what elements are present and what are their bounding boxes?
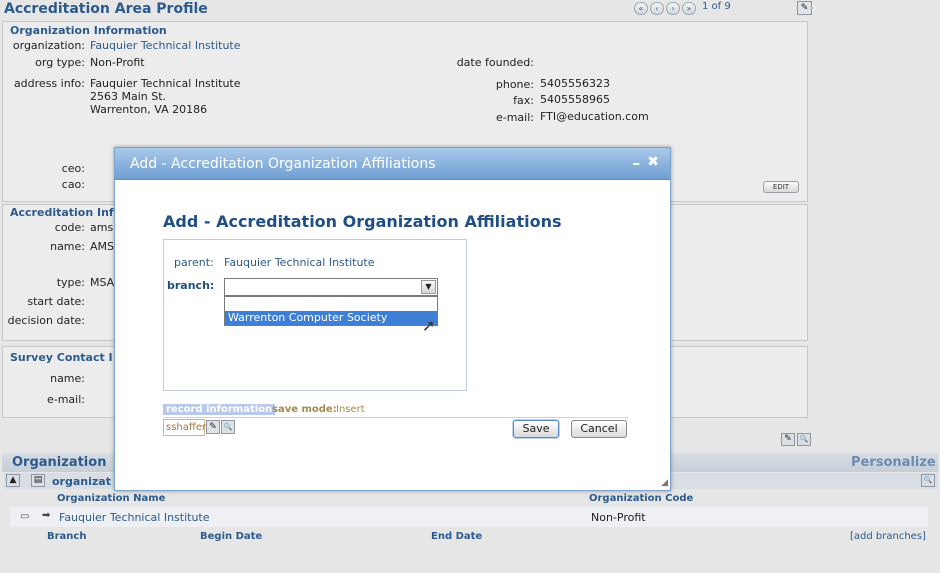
collapse-icon[interactable]: ▲ — [6, 474, 20, 487]
modal-header-title: Add - Accreditation Organization Affilia… — [130, 156, 436, 172]
parent-value: Fauquier Technical Institute — [224, 256, 375, 269]
last-page-icon[interactable]: » — [682, 2, 696, 15]
end-date-header: End Date — [431, 531, 483, 542]
org-row-code: Non-Profit — [591, 511, 646, 524]
pager-text: 1 of 9 — [702, 1, 731, 12]
code-label: code: — [54, 221, 85, 234]
org-info-title: Organization Information — [10, 24, 167, 37]
record-information-label: record information — [163, 404, 276, 415]
address-line-2: 2563 Main St. — [90, 90, 167, 103]
close-icon[interactable]: ✖ — [647, 154, 659, 170]
org-code-header: Organization Code — [589, 493, 694, 504]
survey-email-label: e-mail: — [46, 393, 85, 406]
org-name-header: Organization Name — [57, 493, 166, 504]
edit-org-button[interactable]: EDIT — [763, 181, 799, 193]
affiliation-form: parent: Fauquier Technical Institute bra… — [163, 239, 467, 391]
user-search-icon[interactable]: 🔍 — [221, 420, 235, 434]
user-field: sshaffer — [163, 419, 206, 436]
organization-link[interactable]: Fauquier Technical Institute — [90, 39, 241, 52]
code-value: ams — [90, 221, 114, 234]
menu-icon[interactable]: ▤ — [31, 474, 45, 487]
mouse-pointer-icon: ➚ — [422, 316, 436, 335]
fax-value: 5405558965 — [540, 93, 610, 106]
email-value: FTI@education.com — [540, 110, 649, 123]
org-row-name[interactable]: Fauquier Technical Institute — [59, 511, 210, 524]
organization-grid-title: Organization — [12, 455, 107, 470]
prev-page-icon[interactable]: ‹ — [650, 2, 664, 15]
add-branches-link[interactable]: [add branches] — [850, 531, 926, 542]
type-value: MSA — [90, 276, 115, 289]
resize-handle-icon[interactable]: ◢ — [661, 478, 668, 488]
save-mode-label: save mode: — [272, 404, 337, 415]
personalize-link[interactable]: Personalize — [851, 455, 936, 470]
organization-subtitle: organizat — [52, 475, 111, 488]
type-label: type: — [56, 276, 85, 289]
org-type-value: Non-Profit — [90, 56, 145, 69]
name-value: AMS — [90, 240, 114, 253]
ceo-label: ceo: — [61, 162, 85, 175]
parent-label: parent: — [174, 256, 214, 269]
phone-value: 5405556323 — [540, 77, 610, 90]
address-label: address info: — [13, 77, 85, 90]
modal-header[interactable]: Add - Accreditation Organization Affilia… — [115, 148, 670, 180]
grid-search-icon[interactable]: 🔍 — [921, 474, 935, 487]
branch-dropdown: Warrenton Computer Society — [224, 296, 438, 326]
branch-select[interactable]: ▼ — [224, 278, 438, 296]
organization-label: organization: — [12, 39, 85, 52]
edit-page-icon[interactable]: ✎ — [797, 1, 812, 15]
dropdown-option-warrenton[interactable]: Warrenton Computer Society — [225, 311, 437, 325]
folder-icon[interactable]: ▭ — [20, 511, 29, 522]
minimize-icon[interactable]: – — [633, 154, 641, 172]
add-affiliation-modal: Add - Accreditation Organization Affilia… — [114, 147, 671, 491]
org-type-label: org type: — [35, 56, 85, 69]
arrow-right-icon[interactable]: ➡ — [42, 510, 50, 521]
chevron-down-icon[interactable]: ▼ — [421, 280, 436, 294]
survey-contact-title: Survey Contact I — [10, 351, 113, 364]
branch-label: branch: — [167, 279, 215, 292]
survey-name-label: name: — [50, 372, 85, 385]
pencil-icon[interactable]: ✎ — [781, 433, 795, 446]
next-page-icon[interactable]: › — [666, 2, 680, 15]
start-date-label: start date: — [27, 295, 85, 308]
name-label: name: — [50, 240, 85, 253]
modal-heading: Add - Accreditation Organization Affilia… — [163, 212, 562, 231]
save-button[interactable]: Save — [513, 420, 559, 438]
fax-label: fax: — [513, 94, 534, 107]
search-icon[interactable]: 🔍 — [797, 433, 811, 446]
pager: « ‹ › » — [634, 2, 696, 15]
save-mode-value: Insert — [336, 404, 365, 415]
cao-label: cao: — [61, 178, 85, 191]
cancel-button[interactable]: Cancel — [571, 420, 627, 438]
user-edit-icon[interactable]: ✎ — [206, 420, 220, 434]
first-page-icon[interactable]: « — [634, 2, 648, 15]
begin-date-header: Begin Date — [200, 531, 263, 542]
date-founded-label: date founded: — [456, 56, 534, 69]
page-title: Accreditation Area Profile — [4, 1, 208, 17]
branch-header: Branch — [47, 531, 87, 542]
address-line-1: Fauquier Technical Institute — [90, 77, 241, 90]
accreditation-title: Accreditation Inf — [10, 206, 114, 219]
phone-label: phone: — [495, 78, 534, 91]
record-divider — [163, 417, 628, 418]
address-line-3: Warrenton, VA 20186 — [90, 103, 208, 116]
email-label: e-mail: — [495, 111, 534, 124]
decision-date-label: decision date: — [7, 314, 85, 327]
